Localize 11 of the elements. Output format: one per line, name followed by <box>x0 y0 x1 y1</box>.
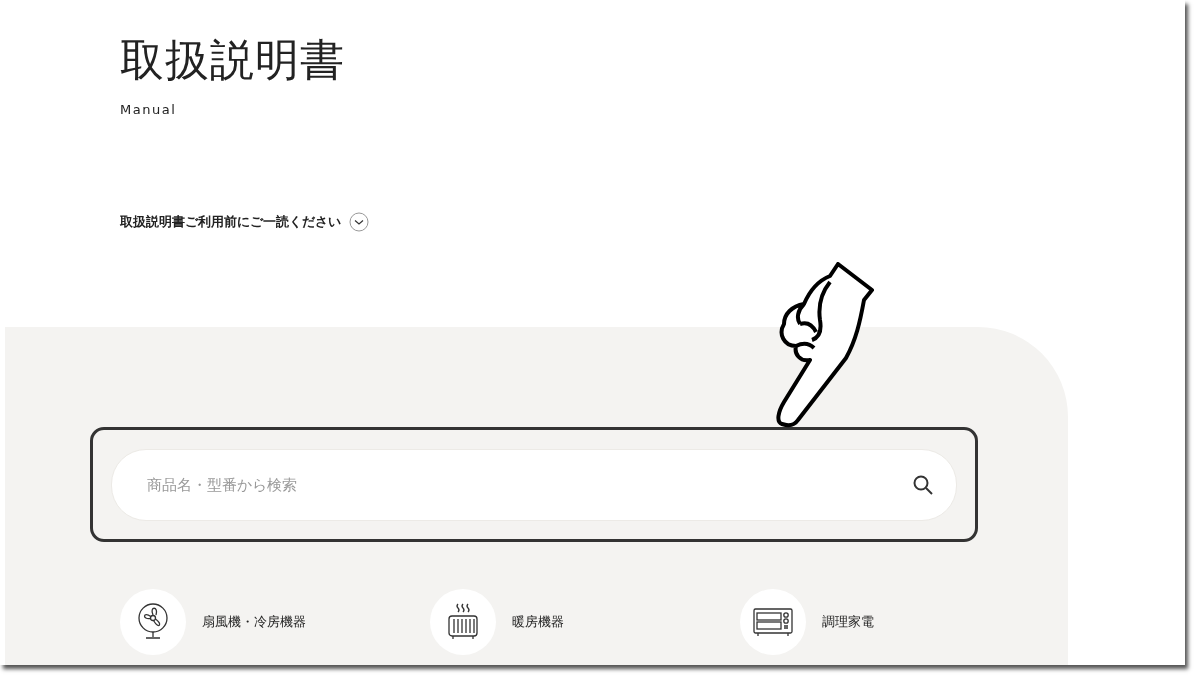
heater-icon <box>445 602 481 642</box>
toaster-oven-icon <box>753 607 793 637</box>
fan-icon <box>135 602 171 642</box>
page-title: 取扱説明書 <box>120 33 346 87</box>
search-icon[interactable] <box>912 474 934 496</box>
category-label[interactable]: 扇風機・冷房機器 <box>202 613 306 631</box>
notice-link[interactable]: 取扱説明書ご利用前にご一読ください <box>120 213 341 231</box>
category-label[interactable]: 調理家電 <box>822 613 874 631</box>
page-subtitle: Manual <box>120 102 178 117</box>
category-label[interactable]: 暖房機器 <box>512 613 564 631</box>
chevron-icon[interactable] <box>349 212 369 232</box>
